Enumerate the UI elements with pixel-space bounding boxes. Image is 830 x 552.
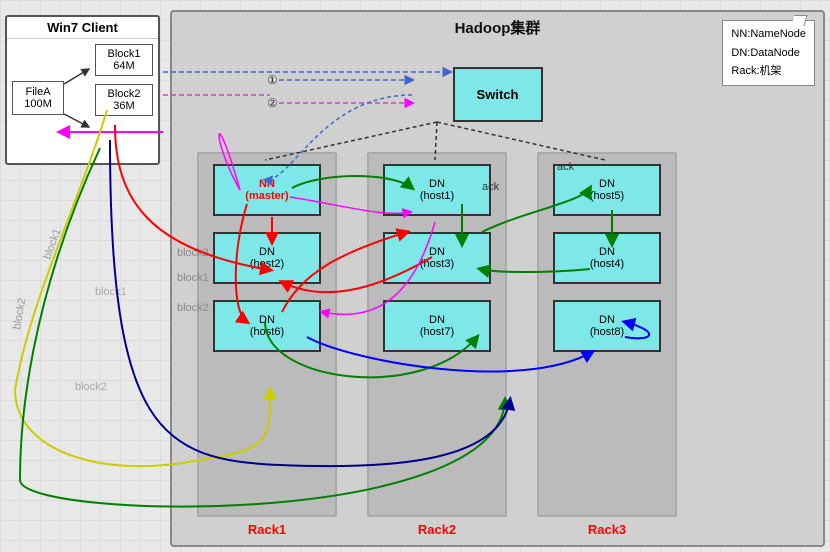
dn-host4-node: DN(host4): [553, 232, 661, 284]
dn-host2-node: DN(host2): [213, 232, 321, 284]
legend-box: NN:NameNode DN:DataNode Rack:机架: [722, 20, 815, 86]
rack1-label: Rack1: [199, 522, 335, 537]
block2-flow-label: block2: [177, 247, 209, 259]
ext-block2-label: block2: [11, 297, 28, 330]
win7-client-title: Win7 Client: [7, 17, 158, 39]
dn-host6-node: DN(host6): [213, 300, 321, 352]
block2-flow-label2: block2: [177, 302, 209, 314]
ext-block1-label: block1: [42, 227, 64, 261]
rack2: DN(host1) DN(host3) DN(host7) Rack2: [367, 152, 507, 517]
dn-host1-node: DN(host1): [383, 164, 491, 216]
legend-rack: Rack:机架: [731, 62, 806, 81]
switch-node: Switch: [453, 67, 543, 122]
legend-dn: DN:DataNode: [731, 44, 806, 63]
block2-box: Block2 36M: [95, 84, 153, 116]
hadoop-cluster: Hadoop集群 NN:NameNode DN:DataNode Rack:机架…: [170, 10, 825, 547]
rack3: DN(host5) DN(host4) DN(host8) Rack3: [537, 152, 677, 517]
ext-block1-label2: block1: [95, 286, 127, 298]
block1-flow-label2: block1: [177, 272, 209, 284]
win7-client-content: FileA 100M Block1 64M Block2 36M: [7, 39, 158, 157]
step2-label: ②: [267, 96, 278, 110]
ext-block2-label2: block2: [75, 381, 107, 393]
dn-host7-node: DN(host7): [383, 300, 491, 352]
dn-host5-node: DN(host5): [553, 164, 661, 216]
nn-master-node: NN(master): [213, 164, 321, 216]
dn-host8-node: DN(host8): [553, 300, 661, 352]
win7-client-box: Win7 Client FileA 100M Block1 64M Block2: [5, 15, 160, 165]
rack2-label: Rack2: [369, 522, 505, 537]
rack1: NN(master) DN(host2) DN(host6) Rack1: [197, 152, 337, 517]
blocks-container: Block1 64M Block2 36M: [95, 44, 153, 116]
dn-host3-node: DN(host3): [383, 232, 491, 284]
step1-label: ①: [267, 73, 278, 87]
filea-box: FileA 100M: [12, 81, 64, 115]
block1-box: Block1 64M: [95, 44, 153, 76]
rack3-label: Rack3: [539, 522, 675, 537]
legend-nn: NN:NameNode: [731, 25, 806, 44]
